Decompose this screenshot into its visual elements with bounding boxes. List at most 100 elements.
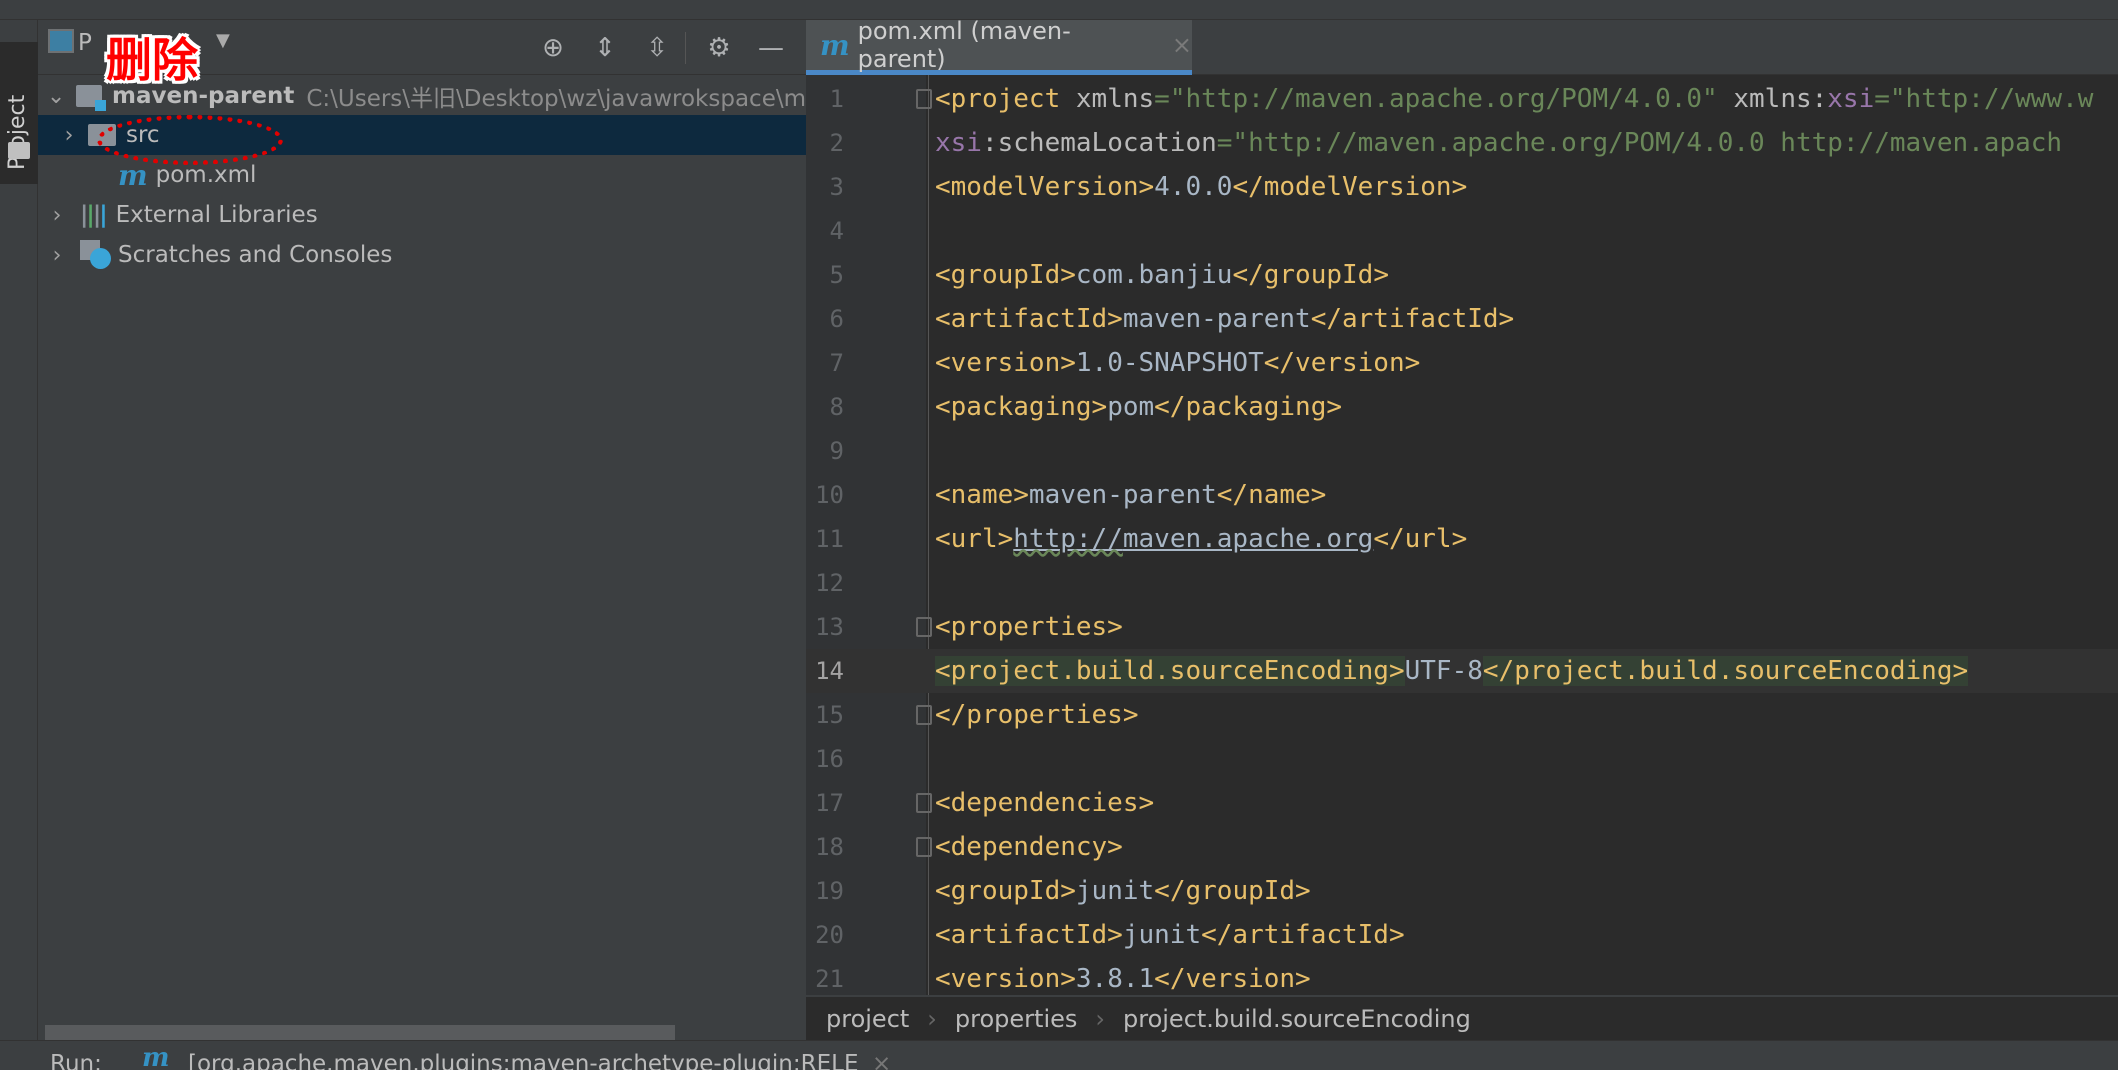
line-number: 12 — [815, 569, 844, 597]
code-line[interactable]: 3 <modelVersion>4.0.0</modelVersion> — [806, 165, 2118, 209]
chevron-down-icon[interactable]: ⌄ — [46, 84, 66, 109]
tab-pom-xml[interactable]: m pom.xml (maven-parent) × — [806, 17, 1192, 75]
code-line[interactable]: 4 — [806, 209, 2118, 253]
tree-item-label: Scratches and Consoles — [118, 242, 393, 268]
code-text: <dependencies> — [935, 781, 1154, 825]
chevron-right-icon[interactable]: › — [58, 123, 80, 148]
tree-item-scratches[interactable]: › Scratches and Consoles — [38, 235, 806, 275]
line-number: 15 — [815, 701, 844, 729]
maven-icon: m — [142, 1043, 170, 1070]
code-line[interactable]: 13 <properties> — [806, 605, 2118, 649]
chevron-right-icon[interactable]: › — [46, 203, 68, 228]
run-bar: Run: m [org.apache.maven.plugins:maven-a… — [0, 1040, 2118, 1070]
code-line[interactable]: 15 </properties> — [806, 693, 2118, 737]
project-view-icon[interactable] — [48, 29, 74, 53]
code-line[interactable]: 2 xsi:schemaLocation="http://maven.apach… — [806, 121, 2118, 165]
breadcrumb-item[interactable]: project.build.sourceEncoding — [1123, 1005, 1471, 1033]
code-line[interactable]: 17 <dependencies> — [806, 781, 2118, 825]
code-token-tag: <groupId> — [935, 260, 1076, 290]
close-icon[interactable]: × — [1172, 31, 1192, 59]
tool-window-stripe: Project — [0, 20, 38, 1040]
code-text: <version>1.0-SNAPSHOT</version> — [935, 341, 1420, 385]
code-token-val: 4.0.0 — [1154, 172, 1233, 202]
code-line[interactable]: 7 <version>1.0-SNAPSHOT</version> — [806, 341, 2118, 385]
code-token-tag: <project.build.sourceEncoding> — [935, 656, 1405, 686]
fold-marker-icon[interactable] — [916, 837, 932, 857]
code-line[interactable]: 12 — [806, 561, 2118, 605]
editor: m pom.xml (maven-parent) × 1 <project xml… — [806, 17, 2118, 1040]
code-line[interactable]: 14 <project.build.sourceEncoding>UTF-8</… — [806, 649, 2118, 693]
line-number: 20 — [815, 921, 844, 949]
annotation-label: 删除 — [106, 33, 198, 87]
code-line[interactable]: 9 — [806, 429, 2118, 473]
fold-marker-icon[interactable] — [916, 617, 932, 637]
code-token-tag: <project — [935, 84, 1076, 114]
line-number: 6 — [829, 305, 844, 333]
maven-icon: m — [118, 158, 148, 192]
expand-all-icon[interactable]: ⇕ — [590, 33, 620, 63]
code-token-tag: <version> — [935, 348, 1076, 378]
fold-marker-icon[interactable] — [916, 793, 932, 813]
module-folder-icon — [76, 85, 107, 111]
chevron-right-icon[interactable]: › — [46, 243, 68, 268]
chevron-right-icon: › — [927, 1004, 937, 1033]
close-icon[interactable]: × — [872, 1051, 891, 1070]
code-line[interactable]: 11 <url>http://maven.apache.org</url> — [806, 517, 2118, 561]
horizontal-scrollbar[interactable] — [45, 1025, 675, 1041]
code-token-tag: </name> — [1216, 480, 1327, 510]
code-token-val: maven-parent — [1122, 304, 1311, 334]
line-number: 11 — [815, 525, 844, 553]
annotation-ellipse — [97, 115, 283, 165]
line-number: 10 — [815, 481, 844, 509]
code-token-tag: </modelVersion> — [1232, 172, 1468, 202]
fold-marker-icon[interactable] — [916, 89, 932, 109]
code-token-ns: xsi — [935, 128, 982, 158]
run-config-tab[interactable]: [org.apache.maven.plugins:maven-archetyp… — [188, 1051, 858, 1070]
chevron-down-icon[interactable]: ▼ — [216, 30, 230, 51]
code-token-tag: <groupId> — [935, 876, 1076, 906]
tree-item-label: pom.xml — [155, 162, 257, 188]
line-number: 3 — [829, 173, 844, 201]
code-text: <groupId>junit</groupId> — [935, 869, 1311, 913]
line-number: 13 — [815, 613, 844, 641]
project-view-selector[interactable]: P — [78, 30, 92, 56]
fold-marker-icon[interactable] — [916, 705, 932, 725]
code-token-val: com.banjiu — [1075, 260, 1233, 290]
code-line[interactable]: 8 <packaging>pom</packaging> — [806, 385, 2118, 429]
gear-icon[interactable]: ⚙ — [704, 33, 734, 63]
code-token-tag: <version> — [935, 964, 1076, 994]
code-text: <project.build.sourceEncoding>UTF-8</pro… — [935, 649, 1969, 693]
code-line[interactable]: 20 <artifactId>junit</artifactId> — [806, 913, 2118, 957]
locate-icon[interactable]: ⊕ — [538, 33, 568, 63]
code-token-val: maven-parent — [1028, 480, 1217, 510]
collapse-all-icon[interactable]: ⇳ — [642, 33, 672, 63]
line-number: 17 — [815, 789, 844, 817]
minimize-icon[interactable]: — — [756, 33, 786, 63]
code-line[interactable]: 6 <artifactId>maven-parent</artifactId> — [806, 297, 2118, 341]
breadcrumb-item[interactable]: properties — [955, 1005, 1077, 1033]
folder-icon — [8, 142, 30, 159]
code-text: <properties> — [935, 605, 1123, 649]
toolbar-divider — [685, 32, 686, 64]
code-text: <name>maven-parent</name> — [935, 473, 1326, 517]
breadcrumb-item[interactable]: project — [826, 1005, 909, 1033]
line-number: 2 — [829, 129, 844, 157]
tree-item-external-libraries[interactable]: › |||| External Libraries — [38, 195, 806, 235]
scratches-icon — [80, 240, 112, 270]
code-line[interactable]: 18 <dependency> — [806, 825, 2118, 869]
code-line[interactable]: 10 <name>maven-parent</name> — [806, 473, 2118, 517]
line-number: 18 — [815, 833, 844, 861]
code-text: <artifactId>junit</artifactId> — [935, 913, 1405, 957]
code-line[interactable]: 16 — [806, 737, 2118, 781]
code-line[interactable]: 5 <groupId>com.banjiu</groupId> — [806, 253, 2118, 297]
code-text: xsi:schemaLocation="http://maven.apache.… — [935, 121, 2062, 165]
code-line[interactable]: 1 <project xmlns="http://maven.apache.org… — [806, 77, 2118, 121]
editor-tabs: m pom.xml (maven-parent) × — [806, 17, 2118, 75]
code-line[interactable]: 19 <groupId>junit</groupId> — [806, 869, 2118, 913]
